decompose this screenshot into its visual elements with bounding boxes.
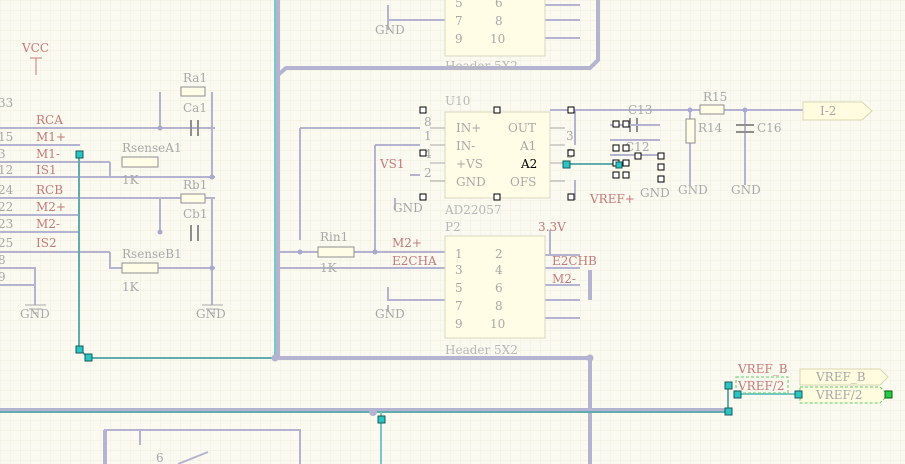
p2-pin-3: 3 bbox=[455, 263, 463, 277]
rin1-value: 1K bbox=[320, 261, 338, 275]
u10-num-8: 8 bbox=[424, 115, 432, 129]
r14-resistor[interactable] bbox=[685, 118, 696, 144]
port-i2-label: I-2 bbox=[820, 104, 836, 118]
p2-pin-6: 6 bbox=[495, 281, 503, 295]
pin-number-6: 23 bbox=[0, 217, 13, 231]
header-top-pin-10: 10 bbox=[490, 32, 505, 46]
net-label-m1n: M1- bbox=[36, 147, 60, 161]
p2-pin-9: 9 bbox=[455, 317, 463, 331]
cb1-label: Cb1 bbox=[183, 207, 208, 221]
pin-number-2: 3 bbox=[0, 147, 6, 161]
net-label-vs1: VS1 bbox=[379, 157, 405, 171]
u10-designator: U10 bbox=[445, 94, 470, 108]
header-top-name: Header 5X2 bbox=[445, 59, 518, 73]
u10-pin-a1: A1 bbox=[519, 139, 536, 153]
gnd-label-c16: GND bbox=[731, 183, 761, 197]
p2-pin-5: 5 bbox=[455, 281, 463, 295]
u10-num-2: 2 bbox=[424, 166, 432, 180]
u10-pin-gnd: GND bbox=[456, 175, 486, 189]
net-label-v33: 3.3V bbox=[538, 220, 566, 234]
rb1-label: Rb1 bbox=[183, 178, 207, 192]
gnd-label-u10: GND bbox=[393, 201, 423, 215]
u10-pin-vs: +VS bbox=[456, 157, 483, 171]
c16-label: C16 bbox=[757, 121, 781, 135]
gnd-label-left: GND bbox=[20, 307, 50, 321]
r15-label: R15 bbox=[703, 90, 727, 104]
p2-pin-1: 1 bbox=[455, 247, 463, 261]
net-label-m2n: M2- bbox=[36, 217, 60, 231]
u10-pin-ofs: OFS bbox=[510, 175, 536, 189]
u10-pin-out: OUT bbox=[508, 121, 536, 135]
net-label-is2: IS2 bbox=[36, 236, 57, 250]
pin-number-1: 15 bbox=[0, 130, 13, 144]
net-label-vrefp: VREF+ bbox=[589, 192, 635, 206]
pin-number-4: 24 bbox=[0, 183, 14, 197]
pin-number-9: 9 bbox=[0, 270, 6, 284]
net-label-e2chb: E2CHB bbox=[552, 254, 597, 268]
rsenseb1-value: 1K bbox=[122, 280, 140, 294]
rsensea1-resistor[interactable] bbox=[121, 156, 159, 168]
header-p2[interactable]: P2 1 2 3 4 5 6 7 8 9 10 Header 5X2 bbox=[444, 220, 546, 357]
port-vref2-label: VREF/2 bbox=[815, 388, 862, 402]
u10-pin-in-plus: IN+ bbox=[456, 121, 481, 135]
p2-name: Header 5X2 bbox=[445, 343, 518, 357]
net-label-m1p: M1+ bbox=[36, 130, 66, 144]
r14-label: R14 bbox=[698, 121, 723, 135]
rin1-resistor[interactable] bbox=[317, 246, 355, 258]
pin-number-8: 8 bbox=[0, 253, 6, 267]
bottom-pin-label: 6 bbox=[156, 451, 164, 464]
p2-pin-7: 7 bbox=[455, 299, 463, 313]
gnd-label-r14: GND bbox=[678, 183, 708, 197]
u10-num-3: 3 bbox=[566, 129, 574, 143]
rsenseb1-label: RsenseB1 bbox=[122, 247, 182, 261]
net-label-e2cha: E2CHA bbox=[392, 254, 437, 268]
u10-num-1: 1 bbox=[424, 129, 432, 143]
net-label-m2n-b: M2- bbox=[552, 272, 576, 286]
ra1-label: Ra1 bbox=[183, 71, 207, 85]
header-top-pin-8: 8 bbox=[495, 14, 503, 28]
p2-pin-2: 2 bbox=[495, 247, 503, 261]
header-top-pin-5: 5 bbox=[455, 0, 463, 10]
net-label-m2p-b: M2+ bbox=[392, 236, 422, 250]
gnd-label-left-2: GND bbox=[196, 307, 226, 321]
c13-label: C13 bbox=[628, 103, 652, 117]
pin-number-0: 33 bbox=[0, 96, 13, 110]
port-vref-b-label: VREF_B bbox=[815, 370, 866, 384]
rb1-resistor[interactable] bbox=[180, 193, 206, 204]
p2-pin-8: 8 bbox=[495, 299, 503, 313]
net-label-vref-b: VREF_B bbox=[737, 362, 788, 376]
rin1-label: Rin1 bbox=[320, 230, 348, 244]
net-label-vref2: VREF/2 bbox=[737, 379, 784, 393]
p2-pin-10: 10 bbox=[490, 317, 505, 331]
p2-designator: P2 bbox=[445, 220, 461, 234]
pin-number-5: 22 bbox=[0, 200, 13, 214]
r15-resistor[interactable] bbox=[699, 104, 725, 115]
ra1-resistor[interactable] bbox=[180, 86, 206, 97]
rsensea1-value: 1K bbox=[122, 173, 140, 187]
gnd-label-p2: GND bbox=[375, 307, 405, 321]
net-label-is1: IS1 bbox=[36, 163, 57, 177]
gnd-label-c12: GND bbox=[640, 186, 670, 200]
pin-number-3: 12 bbox=[0, 163, 13, 177]
rsensea1-label: RsenseA1 bbox=[122, 141, 182, 155]
net-label-rca: RCA bbox=[36, 113, 63, 127]
net-label-rcb: RCB bbox=[36, 183, 63, 197]
schematic-canvas[interactable]: VCC RCA M1+ M1- IS1 RCB M2+ M2- IS2 33 1… bbox=[0, 0, 905, 464]
net-label-vcc: VCC bbox=[21, 41, 49, 55]
port-i2[interactable] bbox=[802, 101, 873, 121]
ca1-label: Ca1 bbox=[183, 101, 207, 115]
p2-pin-4: 4 bbox=[495, 263, 503, 277]
u10-part: AD22057 bbox=[444, 203, 501, 217]
header-top-pin-6: 6 bbox=[495, 0, 503, 10]
u10-pin-in-minus: IN- bbox=[456, 139, 475, 153]
pin-number-7: 25 bbox=[0, 236, 13, 250]
gnd-label-top: GND bbox=[375, 23, 405, 37]
net-label-m2p: M2+ bbox=[36, 200, 66, 214]
net-label-a2: A2 bbox=[520, 157, 537, 171]
rsenseb1-resistor[interactable] bbox=[121, 262, 159, 274]
header-top-pin-7: 7 bbox=[455, 14, 463, 28]
header-top-pin-9: 9 bbox=[455, 32, 463, 46]
